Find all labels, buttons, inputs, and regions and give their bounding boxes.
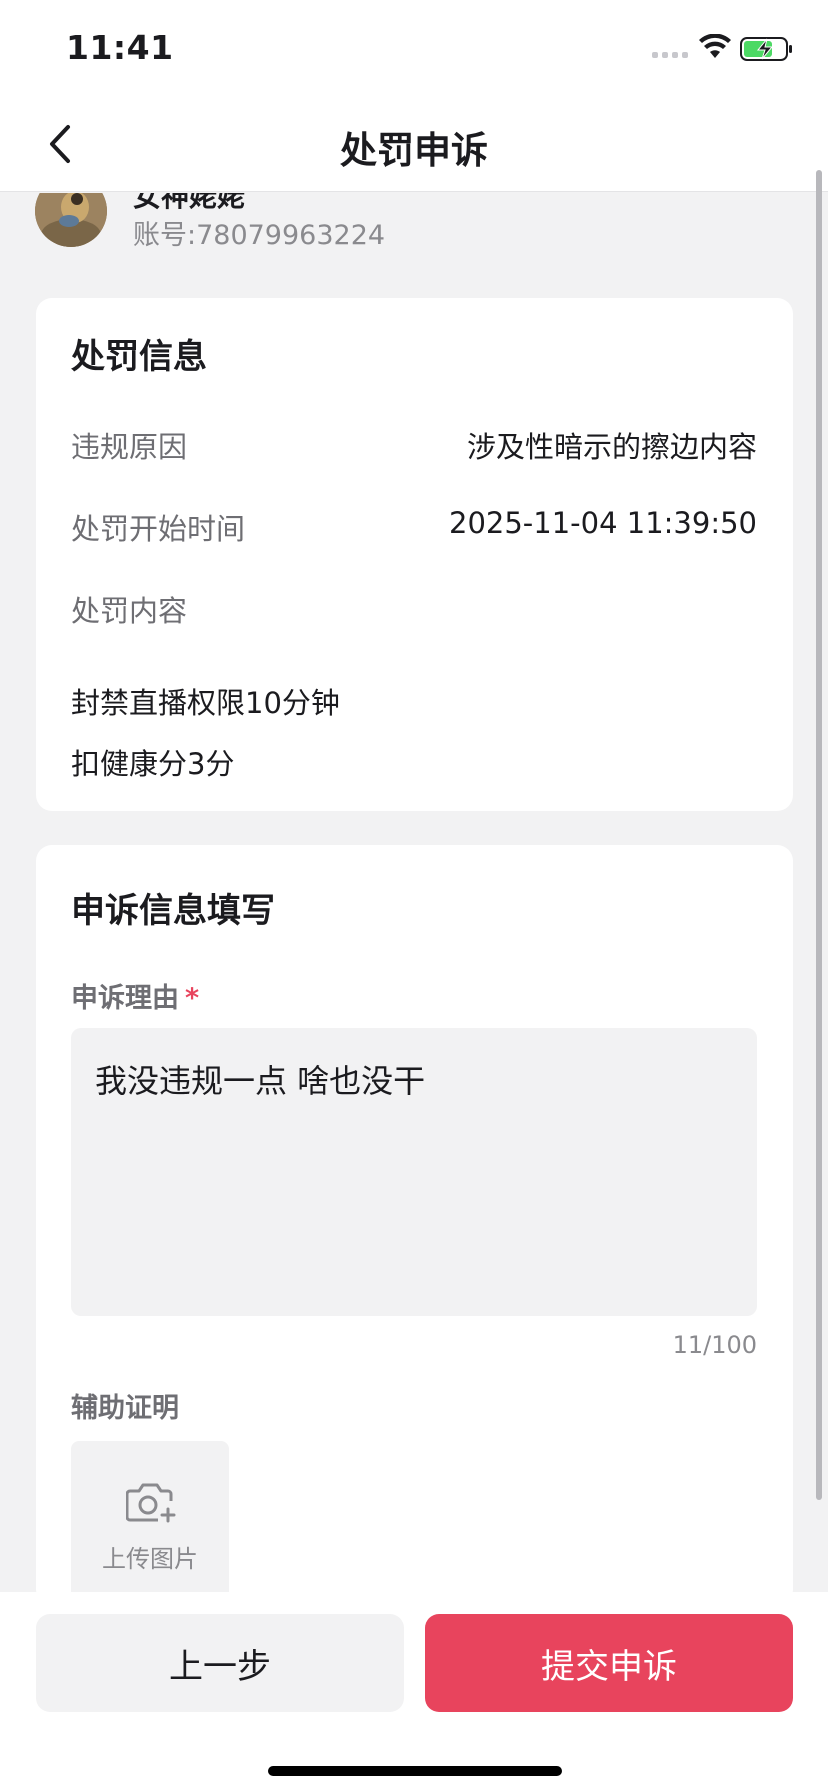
evidence-label: 辅助证明 <box>71 1393 179 1424</box>
status-bar: 11:41 <box>0 0 828 96</box>
wifi-icon <box>699 34 731 58</box>
upload-image-label: 上传图片 <box>102 1545 198 1573</box>
info-label: 违规原因 <box>71 430 188 464</box>
appeal-reason-textarea[interactable]: 我没违规一点 啥也没干 <box>71 1028 757 1316</box>
appeal-reason-label-text: 申诉理由 <box>71 983 179 1014</box>
user-name: 女神姥姥 <box>133 193 246 213</box>
appeal-screen: 11:41 处罚申诉 女神姥姥 账号:78079963224 处罚信息 违规原因… <box>0 0 828 1792</box>
appeal-form-card: 申诉信息填写 申诉理由 * 我没违规一点 啥也没干 11/100 辅助证明 上传图… <box>36 845 793 1593</box>
home-indicator[interactable] <box>268 1766 562 1776</box>
avatar <box>35 193 107 247</box>
upload-image-button[interactable]: 上传图片 <box>71 1441 229 1593</box>
scroll-content[interactable]: 女神姥姥 账号:78079963224 处罚信息 违规原因 涉及性暗示的擦边内容… <box>0 193 828 1593</box>
page-title: 处罚申诉 <box>340 129 488 172</box>
info-value: 涉及性暗示的擦边内容 <box>466 430 757 464</box>
info-value: 2025-11-04 11:39:50 <box>449 506 757 540</box>
info-row-penalty-start-time: 处罚开始时间 2025-11-04 11:39:50 <box>71 506 757 546</box>
required-mark: * <box>185 983 200 1014</box>
user-info: 女神姥姥 账号:78079963224 <box>35 193 795 265</box>
appeal-reason-text: 我没违规一点 啥也没干 <box>95 1062 426 1100</box>
penalty-info-card: 处罚信息 违规原因 涉及性暗示的擦边内容 处罚开始时间 2025-11-04 1… <box>36 298 793 811</box>
submit-appeal-button[interactable]: 提交申诉 <box>425 1614 793 1712</box>
info-row-penalty-content: 处罚内容 <box>71 588 757 628</box>
info-row-violation-reason: 违规原因 涉及性暗示的擦边内容 <box>71 424 757 464</box>
penalty-info-title: 处罚信息 <box>71 337 207 377</box>
appeal-reason-label: 申诉理由 * <box>71 976 199 1015</box>
appeal-form-title: 申诉信息填写 <box>71 891 275 931</box>
navigation-bar: 处罚申诉 <box>0 96 828 192</box>
bottom-action-bar: 上一步 提交申诉 <box>0 1592 828 1792</box>
info-label: 处罚内容 <box>71 594 188 628</box>
previous-step-button[interactable]: 上一步 <box>36 1614 404 1712</box>
cellular-signal-icon <box>652 52 688 58</box>
info-label: 处罚开始时间 <box>71 512 246 546</box>
penalty-content-item: 封禁直播权限10分钟 <box>71 686 340 720</box>
penalty-content-item: 扣健康分3分 <box>71 747 235 781</box>
user-account-id: 账号:78079963224 <box>133 220 386 251</box>
scrollbar[interactable] <box>816 170 822 1500</box>
status-time: 11:41 <box>66 28 174 67</box>
battery-charging-icon <box>740 37 792 61</box>
camera-add-icon <box>126 1483 176 1523</box>
char-count: 11/100 <box>672 1331 757 1359</box>
